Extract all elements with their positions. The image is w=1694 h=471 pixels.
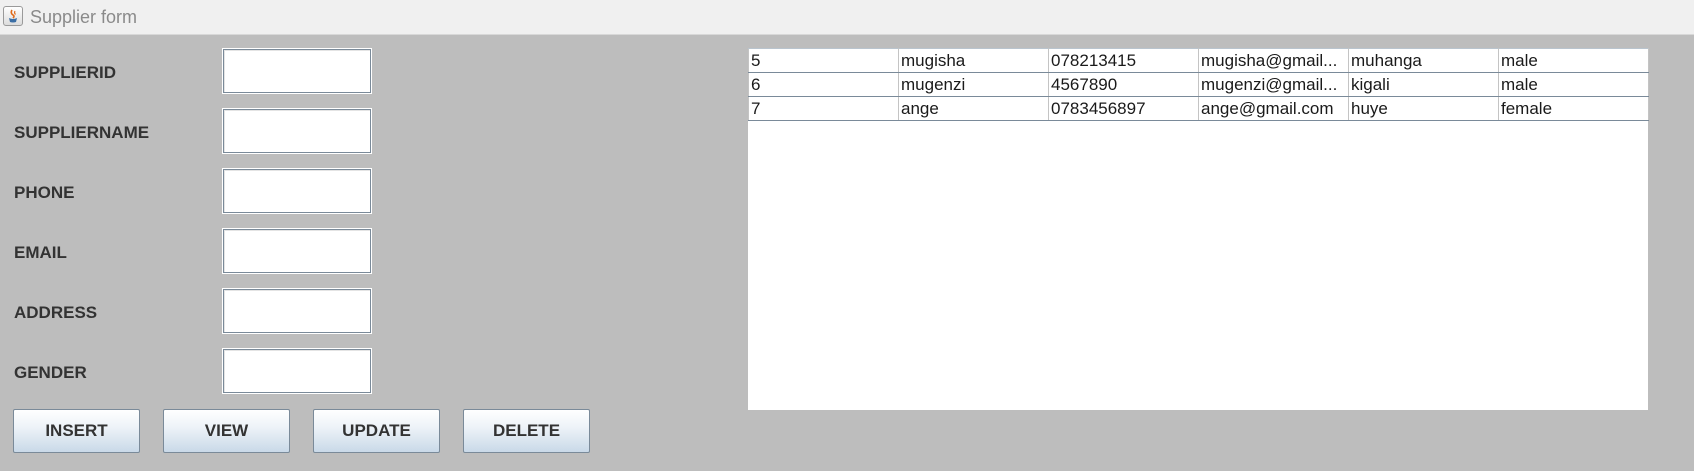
table-cell-id[interactable]: 5	[748, 48, 899, 73]
gender-label: GENDER	[14, 363, 87, 382]
window-title: Supplier form	[30, 7, 138, 27]
email-input[interactable]	[223, 229, 371, 273]
delete-button[interactable]: DELETE	[463, 409, 590, 453]
table-cell-email[interactable]: ange@gmail.com	[1198, 96, 1349, 121]
table-cell-name[interactable]: mugisha	[898, 48, 1049, 73]
gender-input[interactable]	[223, 349, 371, 393]
view-button[interactable]: VIEW	[163, 409, 290, 453]
table-cell-email[interactable]: mugisha@gmail...	[1198, 48, 1349, 73]
phone-input[interactable]	[223, 169, 371, 213]
table-cell-email[interactable]: mugenzi@gmail...	[1198, 72, 1349, 97]
table-cell-phone[interactable]: 078213415	[1048, 48, 1199, 73]
supplier-grid: 5 mugisha 078213415 mugisha@gmail... muh…	[748, 48, 1649, 121]
insert-button[interactable]: INSERT	[13, 409, 140, 453]
table-cell-gender[interactable]: male	[1498, 48, 1649, 73]
supplier-table[interactable]: 5 mugisha 078213415 mugisha@gmail... muh…	[748, 48, 1649, 410]
table-cell-name[interactable]: ange	[898, 96, 1049, 121]
table-cell-address[interactable]: kigali	[1348, 72, 1499, 97]
address-input[interactable]	[223, 289, 371, 333]
table-cell-address[interactable]: huye	[1348, 96, 1499, 121]
supplierid-input[interactable]	[223, 49, 371, 93]
title-bar: Supplier form	[0, 0, 1694, 35]
table-cell-id[interactable]: 7	[748, 96, 899, 121]
table-cell-gender[interactable]: male	[1498, 72, 1649, 97]
table-cell-name[interactable]: mugenzi	[898, 72, 1049, 97]
suppliername-label: SUPPLIERNAME	[14, 123, 150, 142]
java-icon[interactable]	[3, 6, 23, 26]
table-cell-phone[interactable]: 4567890	[1048, 72, 1199, 97]
table-cell-id[interactable]: 6	[748, 72, 899, 97]
table-row[interactable]: 5 mugisha 078213415 mugisha@gmail... muh…	[748, 48, 1649, 73]
update-button[interactable]: UPDATE	[313, 409, 440, 453]
form-panel: SUPPLIERID SUPPLIERNAME PHONE EMAIL ADDR…	[0, 35, 1694, 471]
table-row[interactable]: 7 ange 0783456897 ange@gmail.com huye fe…	[748, 96, 1649, 121]
address-label: ADDRESS	[14, 303, 98, 322]
supplierid-label: SUPPLIERID	[14, 63, 117, 82]
suppliername-input[interactable]	[223, 109, 371, 153]
table-row[interactable]: 6 mugenzi 4567890 mugenzi@gmail... kigal…	[748, 72, 1649, 97]
table-cell-address[interactable]: muhanga	[1348, 48, 1499, 73]
phone-label: PHONE	[14, 183, 75, 202]
table-cell-gender[interactable]: female	[1498, 96, 1649, 121]
table-cell-phone[interactable]: 0783456897	[1048, 96, 1199, 121]
email-label: EMAIL	[14, 243, 67, 262]
